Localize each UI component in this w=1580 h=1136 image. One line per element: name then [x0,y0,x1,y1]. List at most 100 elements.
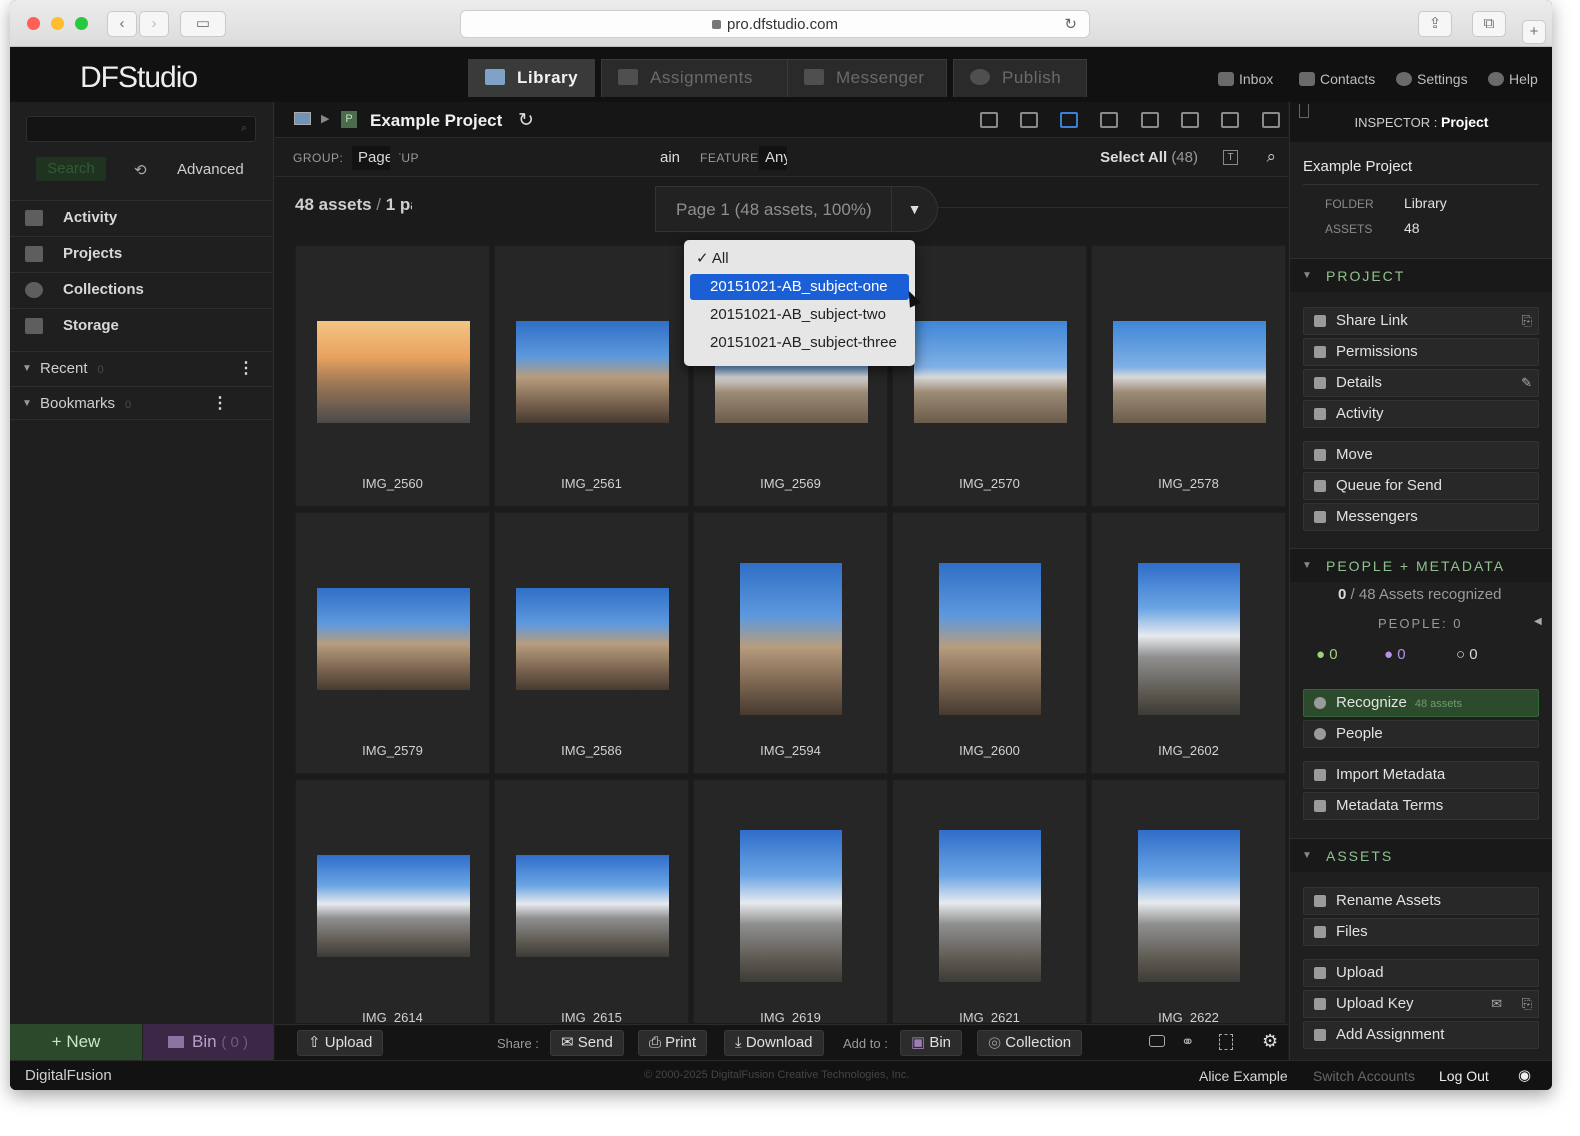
fullscreen-icon[interactable] [1262,112,1280,128]
link-assets-icon[interactable]: ⚭ [1181,1032,1194,1052]
rename-assets-button[interactable]: Rename Assets [1303,887,1539,915]
more-icon[interactable]: ⋮ [238,352,254,386]
sidebar-item-collections[interactable]: Collections [10,272,272,306]
address-bar[interactable]: pro.dfstudio.com ↻ [460,10,1090,38]
folder-value[interactable]: Library [1404,195,1447,211]
bookmarks-section[interactable]: ▼ Bookmarks 0 ⋮ [10,386,272,420]
sidebar-toggle-icon[interactable]: ▭ [180,11,226,37]
view-grid-small-icon[interactable] [1060,112,1078,128]
asset-tile[interactable]: IMG_2622 [1091,779,1286,1023]
asset-thumbnail[interactable] [939,830,1041,982]
advanced-search-link[interactable]: Advanced [177,161,244,178]
asset-tile[interactable]: IMG_2561 [494,245,689,507]
print-button[interactable]: ⎙ Print [638,1030,708,1056]
asset-thumbnail[interactable] [1138,563,1240,715]
asset-thumbnail[interactable] [914,321,1067,423]
feature-select[interactable]: Any [759,146,787,170]
view-list-icon[interactable] [1020,112,1038,128]
tag-icon[interactable] [1149,1035,1165,1047]
dropdown-option[interactable]: ✓ All [690,246,909,272]
tab-assignments[interactable]: Assignments [601,59,789,97]
purple-count[interactable]: ● 0 [1384,646,1406,663]
upload-key-button[interactable]: Upload Key ✉ ⎘ [1303,990,1539,1018]
current-user[interactable]: Alice Example [1199,1068,1288,1084]
view-single-icon[interactable] [1141,112,1159,128]
tab-publish[interactable]: Publish [953,59,1087,97]
dropdown-option[interactable]: 20151021-AB_subject-three [690,330,909,356]
dropdown-option[interactable]: 20151021-AB_subject-one [690,274,909,300]
asset-tile[interactable]: IMG_2579 [295,512,490,774]
view-overlay-icon[interactable] [1221,112,1239,128]
new-tab-icon[interactable]: + [1522,20,1546,44]
selection-frame-icon[interactable] [1219,1034,1233,1050]
asset-tile[interactable]: IMG_2578 [1091,245,1286,507]
asset-thumbnail[interactable] [740,830,842,982]
send-button[interactable]: ✉ Send [550,1030,624,1056]
sidebar-item-activity[interactable]: Activity [10,200,272,234]
settings-link[interactable]: Settings [1396,71,1468,87]
asset-tile[interactable]: IMG_2586 [494,512,689,774]
logout-link[interactable]: Log Out [1439,1068,1489,1084]
asset-thumbnail[interactable] [516,321,669,423]
group-select[interactable]: Page [352,146,390,170]
permissions-button[interactable]: Permissions [1303,338,1539,366]
bin-button[interactable]: Bin ( 0 ) [143,1024,273,1060]
import-metadata-button[interactable]: Import Metadata [1303,761,1539,789]
library-icon[interactable] [294,112,311,125]
share-icon[interactable]: ⇪ [1418,11,1452,37]
add-to-collection-button[interactable]: ◎ Collection [977,1030,1083,1056]
asset-thumbnail[interactable] [516,855,669,957]
asset-tile[interactable]: IMG_2570 [892,245,1087,507]
people-metadata-section-header[interactable]: ▼ PEOPLE + METADATA [1290,548,1552,582]
green-count[interactable]: ● 0 [1316,646,1338,663]
refresh-icon[interactable]: ↻ [518,109,534,132]
close-window-button[interactable] [27,17,40,30]
share-link-button[interactable]: Share Link ⎘ [1303,307,1539,335]
contacts-link[interactable]: Contacts [1299,71,1375,87]
asset-thumbnail[interactable] [939,563,1041,715]
eye-icon[interactable]: ◉ [1518,1066,1531,1084]
asset-thumbnail[interactable] [740,563,842,715]
asset-thumbnail[interactable] [516,588,669,690]
asset-tile[interactable]: IMG_2600 [892,512,1087,774]
main-select-fragment[interactable]: ain [660,149,680,166]
files-button[interactable]: Files [1303,918,1539,946]
inspector-upload-button[interactable]: Upload [1303,959,1539,987]
details-button[interactable]: Details ✎ [1303,369,1539,397]
forward-icon[interactable]: › [139,11,169,37]
download-button[interactable]: ⤓ Download [724,1030,824,1056]
asset-thumbnail[interactable] [317,588,470,690]
sidebar-item-storage[interactable]: Storage [10,308,272,342]
recognize-button[interactable]: Recognize 48 assets [1303,689,1539,717]
page-selector[interactable]: Page 1 (48 assets, 100%) ▼ [655,186,938,232]
back-icon[interactable]: ‹ [107,11,137,37]
switch-accounts-link[interactable]: Switch Accounts [1313,1068,1415,1084]
caret-left-icon[interactable]: ◀ [1534,616,1542,627]
asset-thumbnail[interactable] [1138,830,1240,982]
assets-section-header[interactable]: ▼ ASSETS [1290,838,1552,872]
dropdown-option[interactable]: 20151021-AB_subject-two [690,302,909,328]
asset-tile[interactable]: IMG_2619 [693,779,888,1023]
add-to-bin-button[interactable]: ▣ Bin [900,1030,963,1056]
help-link[interactable]: Help [1488,71,1538,87]
search-icon[interactable]: ⌕ [1266,147,1276,167]
more-icon[interactable]: ⋮ [212,387,228,421]
zoom-window-button[interactable] [75,17,88,30]
queue-for-send-button[interactable]: Queue for Send [1303,472,1539,500]
search-input[interactable]: ⌕ [26,116,256,142]
unassigned-count[interactable]: ○ 0 [1456,646,1478,663]
copy-icon[interactable]: ⎘ [1522,308,1532,334]
view-grid-large-icon[interactable] [1100,112,1118,128]
envelope-icon[interactable]: ✉ [1491,991,1502,1017]
caret-down-icon[interactable]: ▼ [891,187,937,231]
asset-tile[interactable]: IMG_2614 [295,779,490,1023]
activity-button[interactable]: Activity [1303,400,1539,428]
reload-icon[interactable]: ↻ [1064,11,1077,39]
asset-tile[interactable]: IMG_2594 [693,512,888,774]
upload-button[interactable]: ⇧ Upload [297,1030,384,1056]
select-all-button[interactable]: Select All (48) [1100,149,1198,166]
asset-thumbnail[interactable] [317,855,470,957]
add-assignment-button[interactable]: Add Assignment [1303,1021,1539,1049]
sidebar-item-projects[interactable]: Projects [10,236,272,270]
messengers-button[interactable]: Messengers [1303,503,1539,531]
